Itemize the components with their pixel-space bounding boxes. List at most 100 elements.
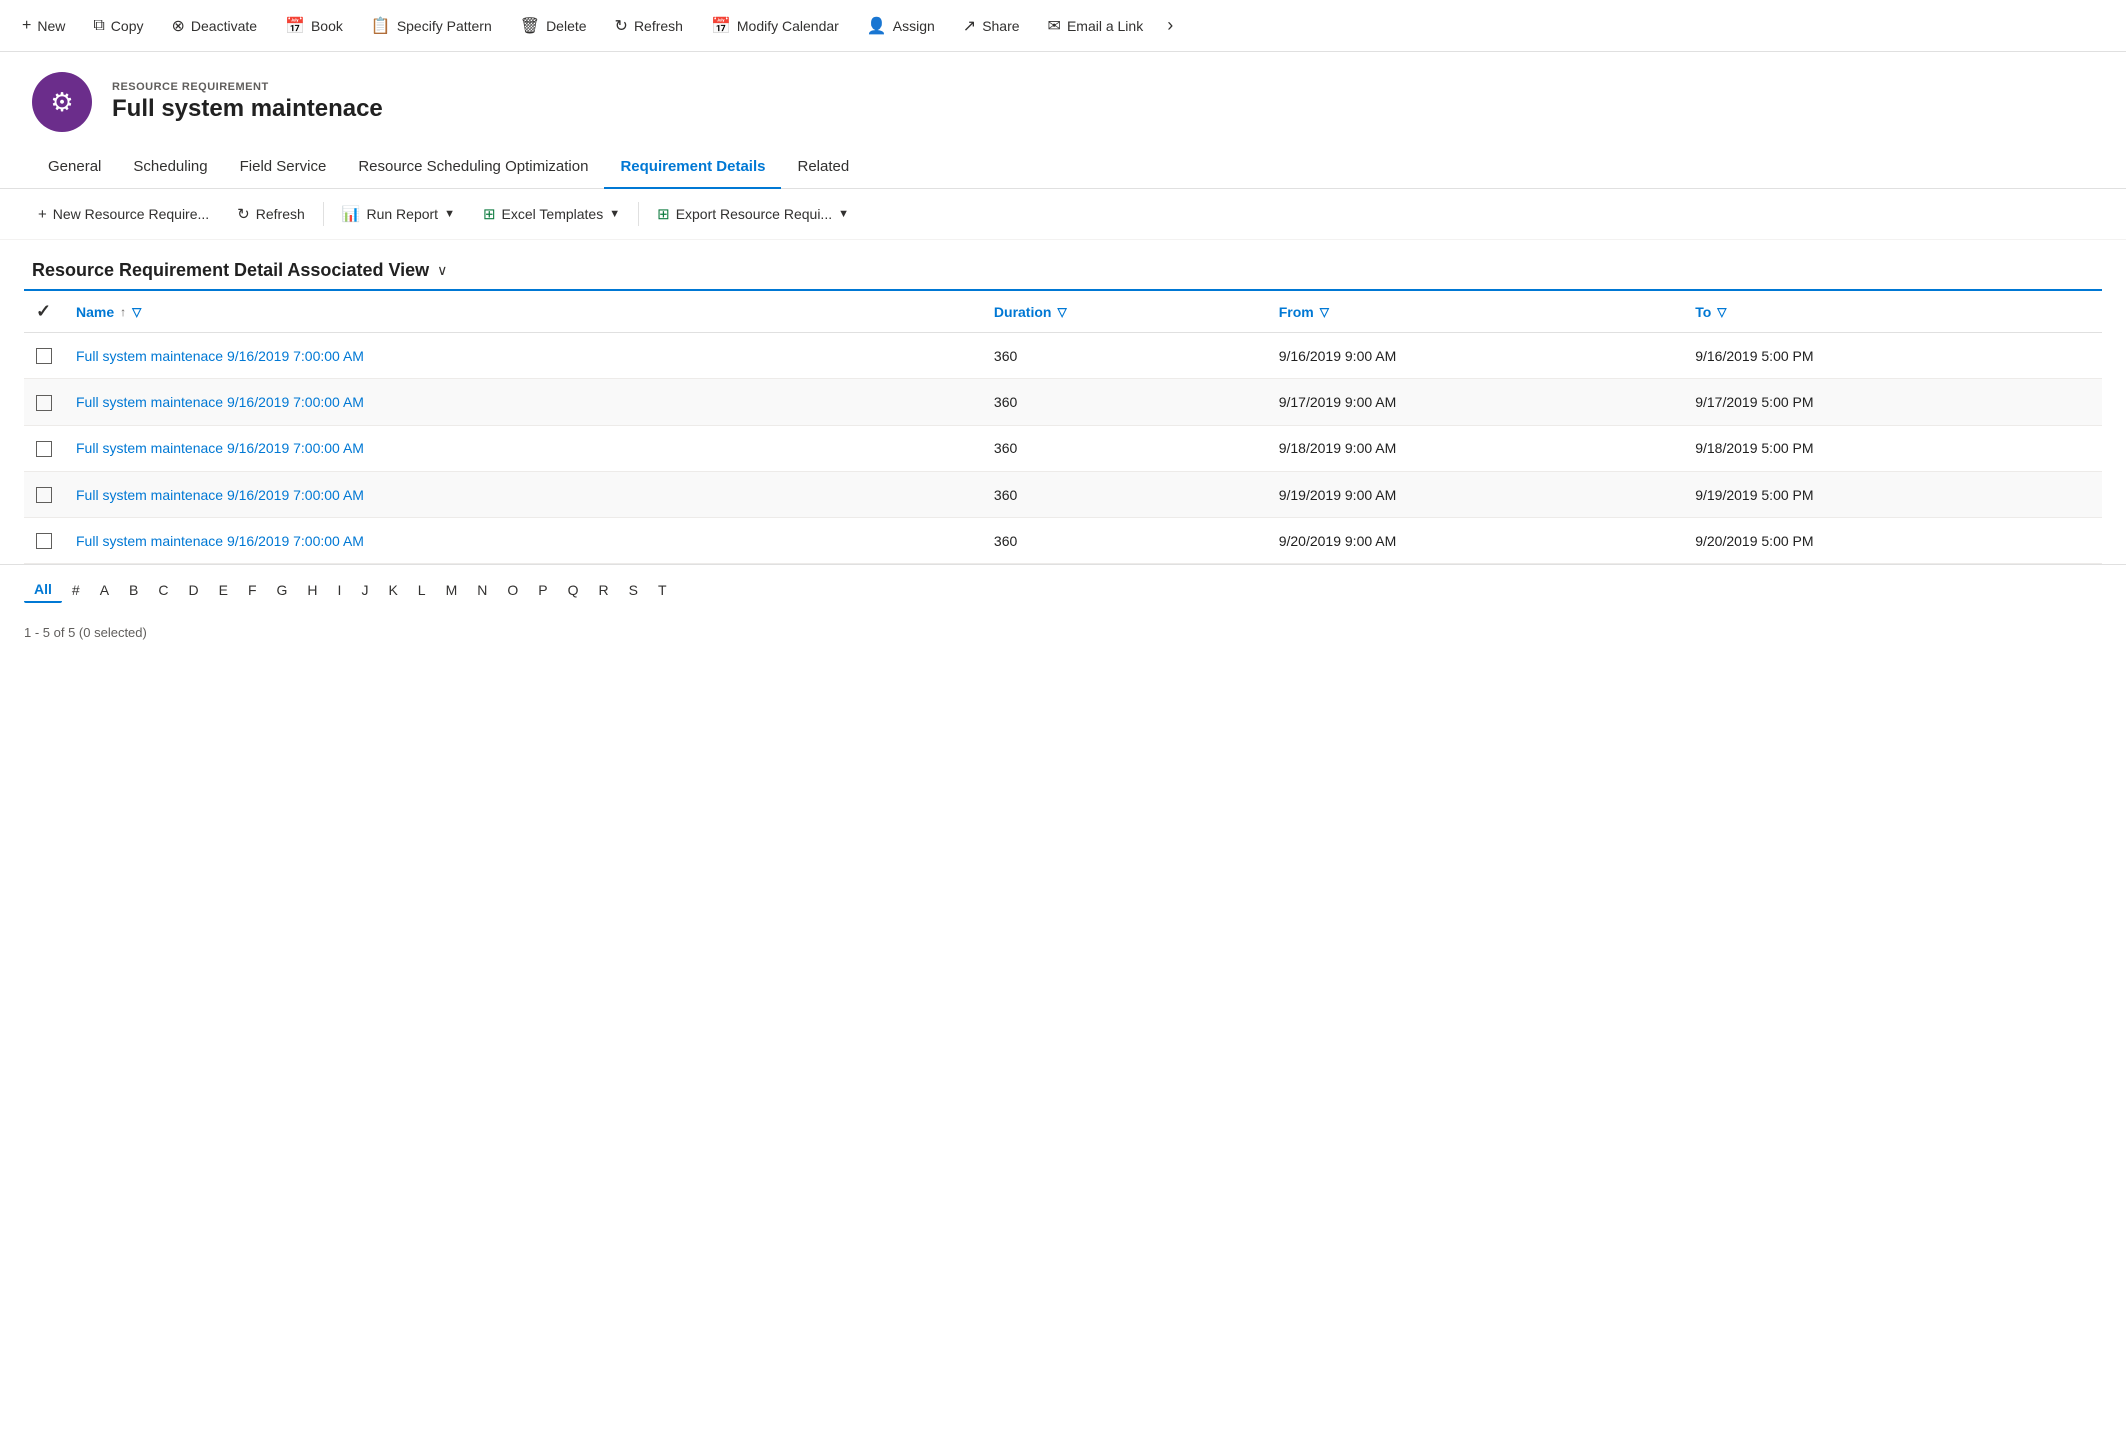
row-checkbox-cell: [24, 471, 64, 517]
tab-resource-scheduling[interactable]: Resource Scheduling Optimization: [342, 148, 604, 189]
plus-icon: +: [22, 17, 31, 35]
pagination-letter-p[interactable]: P: [528, 578, 557, 602]
deactivate-button[interactable]: ⊗ Deactivate: [157, 0, 271, 52]
duration-filter-icon[interactable]: ▽: [1057, 305, 1066, 319]
pagination-letter-j[interactable]: J: [351, 578, 378, 602]
pagination-letter-n[interactable]: N: [467, 578, 497, 602]
pagination-letter-c[interactable]: C: [148, 578, 178, 602]
copy-button[interactable]: ⧉ Copy: [79, 0, 157, 52]
row-checkbox[interactable]: [36, 395, 52, 411]
tab-bar: General Scheduling Field Service Resourc…: [0, 148, 2126, 189]
sub-separator-1: [323, 202, 324, 226]
sub-separator-2: [638, 202, 639, 226]
sub-refresh-button[interactable]: ↻ Refresh: [223, 199, 319, 229]
row-checkbox[interactable]: [36, 348, 52, 364]
duration-cell: 360: [982, 379, 1267, 425]
pagination-letter-m[interactable]: M: [436, 578, 468, 602]
email-link-button[interactable]: ✉ Email a Link: [1034, 0, 1158, 52]
pagination-letter-a[interactable]: A: [90, 578, 119, 602]
pagination-letter-h[interactable]: H: [297, 578, 327, 602]
pagination-letter-#[interactable]: #: [62, 578, 90, 602]
share-button[interactable]: ↗ Share: [949, 0, 1034, 52]
name-cell: Full system maintenace 9/16/2019 7:00:00…: [64, 425, 982, 471]
pagination-letter-o[interactable]: O: [497, 578, 528, 602]
select-all-header[interactable]: ✓: [24, 290, 64, 333]
modify-calendar-icon: 📅: [711, 16, 731, 36]
share-icon: ↗: [963, 16, 976, 36]
copy-icon: ⧉: [93, 17, 104, 35]
pagination-letter-g[interactable]: G: [267, 578, 298, 602]
tab-scheduling[interactable]: Scheduling: [117, 148, 223, 189]
modify-calendar-button[interactable]: 📅 Modify Calendar: [697, 0, 853, 52]
table-row: Full system maintenace 9/16/2019 7:00:00…: [24, 425, 2102, 471]
pagination-letter-f[interactable]: F: [238, 578, 267, 602]
to-cell: 9/20/2019 5:00 PM: [1683, 518, 2102, 564]
specify-pattern-button[interactable]: 📋 Specify Pattern: [357, 0, 506, 52]
main-toolbar: + New ⧉ Copy ⊗ Deactivate 📅 Book 📋 Speci…: [0, 0, 2126, 52]
name-cell: Full system maintenace 9/16/2019 7:00:00…: [64, 518, 982, 564]
excel-templates-button[interactable]: ⊞ Excel Templates ▼: [469, 199, 634, 229]
refresh-icon: ↻: [615, 16, 628, 36]
pagination-letter-s[interactable]: S: [619, 578, 648, 602]
tab-requirement-details[interactable]: Requirement Details: [604, 148, 781, 189]
assign-icon: 👤: [867, 16, 887, 36]
name-filter-icon[interactable]: ▽: [132, 305, 141, 319]
to-cell: 9/19/2019 5:00 PM: [1683, 471, 2102, 517]
to-filter-icon[interactable]: ▽: [1717, 305, 1726, 319]
table-row: Full system maintenace 9/16/2019 7:00:00…: [24, 333, 2102, 379]
view-title-bar: Resource Requirement Detail Associated V…: [0, 240, 2126, 289]
book-calendar-icon: 📅: [285, 16, 305, 36]
table-row: Full system maintenace 9/16/2019 7:00:00…: [24, 471, 2102, 517]
pagination-letter-all[interactable]: All: [24, 577, 62, 603]
pagination-letter-l[interactable]: L: [408, 578, 436, 602]
avatar-icon: ⚙: [50, 87, 73, 118]
duration-cell: 360: [982, 471, 1267, 517]
new-resource-button[interactable]: + New Resource Require...: [24, 200, 223, 229]
from-filter-icon[interactable]: ▽: [1320, 305, 1329, 319]
refresh-button[interactable]: ↻ Refresh: [601, 0, 697, 52]
record-count: 1 - 5 of 5 (0 selected): [0, 615, 2126, 650]
name-sort-icon[interactable]: ↑: [120, 305, 126, 319]
table-header-row: ✓ Name ↑ ▽ Duration ▽: [24, 290, 2102, 333]
record-link[interactable]: Full system maintenace 9/16/2019 7:00:00…: [76, 348, 364, 364]
record-link[interactable]: Full system maintenace 9/16/2019 7:00:00…: [76, 440, 364, 456]
more-options-button[interactable]: ›: [1157, 0, 1183, 52]
to-cell: 9/18/2019 5:00 PM: [1683, 425, 2102, 471]
pagination-bar: All#ABCDEFGHIJKLMNOPQRST: [0, 564, 2126, 615]
book-button[interactable]: 📅 Book: [271, 0, 357, 52]
record-link[interactable]: Full system maintenace 9/16/2019 7:00:00…: [76, 487, 364, 503]
pagination-letter-e[interactable]: E: [209, 578, 238, 602]
pagination-letter-d[interactable]: D: [179, 578, 209, 602]
export-icon: ⊞: [657, 205, 670, 223]
tab-general[interactable]: General: [32, 148, 117, 189]
from-cell: 9/20/2019 9:00 AM: [1267, 518, 1684, 564]
assign-button[interactable]: 👤 Assign: [853, 0, 949, 52]
row-checkbox[interactable]: [36, 441, 52, 457]
sub-refresh-icon: ↻: [237, 205, 250, 223]
export-chevron: ▼: [838, 208, 849, 220]
pagination-letter-t[interactable]: T: [648, 578, 677, 602]
delete-button[interactable]: 🗑 Delete: [506, 0, 601, 52]
pagination-letter-k[interactable]: K: [378, 578, 407, 602]
row-checkbox[interactable]: [36, 533, 52, 549]
row-checkbox[interactable]: [36, 487, 52, 503]
specify-pattern-icon: 📋: [371, 16, 391, 36]
row-checkbox-cell: [24, 518, 64, 564]
new-resource-icon: +: [38, 206, 47, 223]
pagination-letter-b[interactable]: B: [119, 578, 148, 602]
to-column-header: To ▽: [1683, 290, 2102, 333]
run-report-button[interactable]: 📊 Run Report ▼: [328, 199, 469, 229]
pagination-letter-i[interactable]: I: [328, 578, 352, 602]
export-resource-button[interactable]: ⊞ Export Resource Requi... ▼: [643, 199, 863, 229]
to-cell: 9/17/2019 5:00 PM: [1683, 379, 2102, 425]
record-link[interactable]: Full system maintenace 9/16/2019 7:00:00…: [76, 533, 364, 549]
view-dropdown-icon[interactable]: ∨: [437, 262, 447, 279]
table-row: Full system maintenace 9/16/2019 7:00:00…: [24, 379, 2102, 425]
tab-field-service[interactable]: Field Service: [224, 148, 343, 189]
new-button[interactable]: + New: [8, 0, 79, 52]
tab-related[interactable]: Related: [781, 148, 865, 189]
pagination-letter-r[interactable]: R: [589, 578, 619, 602]
record-link[interactable]: Full system maintenace 9/16/2019 7:00:00…: [76, 394, 364, 410]
delete-icon: 🗑: [520, 16, 540, 36]
pagination-letter-q[interactable]: Q: [558, 578, 589, 602]
